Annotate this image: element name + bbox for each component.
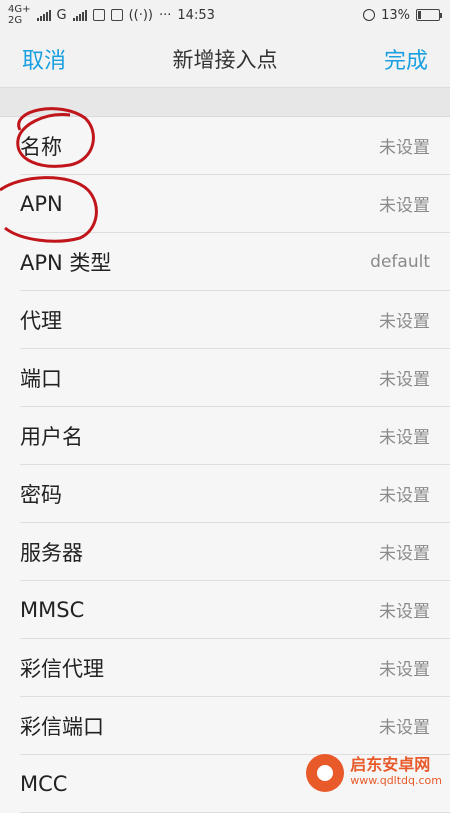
row-server[interactable]: 服务器 未设置 [20, 523, 450, 581]
row-value: 未设置 [379, 138, 430, 158]
row-value: 未设置 [379, 660, 430, 680]
shield-icon [92, 9, 105, 21]
row-value: 未设置 [379, 544, 430, 564]
battery-icon [416, 9, 442, 21]
row-apn[interactable]: APN 未设置 [20, 175, 450, 233]
watermark-title: 启东安卓网 [350, 755, 431, 774]
row-label: APN 类型 [20, 250, 112, 275]
row-value: 未设置 [379, 602, 430, 622]
row-mmsc[interactable]: MMSC 未设置 [20, 581, 450, 639]
row-value: 未设置 [379, 312, 430, 332]
row-label: 彩信端口 [20, 714, 104, 739]
watermark-url: www.qdltdq.com [350, 774, 442, 787]
section-spacer [0, 88, 450, 117]
signal-icon-2 [72, 9, 87, 21]
battery-percent: 13% [381, 7, 410, 23]
row-label: 彩信代理 [20, 656, 104, 681]
row-label: 代理 [20, 308, 62, 333]
row-password[interactable]: 密码 未设置 [20, 465, 450, 523]
nfc-icon [110, 9, 123, 21]
row-label: APN [20, 191, 63, 216]
watermark: 启东安卓网 www.qdltdq.com [306, 754, 442, 792]
signal-icon [36, 9, 51, 21]
row-username[interactable]: 用户名 未设置 [20, 407, 450, 465]
clock: 14:53 [177, 7, 215, 23]
page-title: 新增接入点 [172, 47, 278, 72]
status-bar: 4G+ 2G G ((·)) ··· 14:53 13% [0, 0, 450, 30]
row-value: default [370, 251, 430, 272]
carrier-g-label: G [56, 7, 67, 23]
row-value: 未设置 [379, 428, 430, 448]
network-2g-label: 2G [8, 15, 23, 26]
top-nav-bar: 取消 新增接入点 完成 [0, 30, 450, 88]
row-proxy[interactable]: 代理 未设置 [20, 291, 450, 349]
row-apn-type[interactable]: APN 类型 default [20, 233, 450, 291]
hotspot-icon: ((·)) [128, 7, 153, 23]
row-label: 服务器 [20, 540, 83, 565]
watermark-logo-icon [306, 754, 345, 792]
row-label: 端口 [20, 366, 62, 391]
apn-settings-list: 名称 未设置 APN 未设置 APN 类型 default 代理 未设置 端口 … [0, 117, 450, 813]
row-label: 用户名 [20, 424, 83, 449]
network-4g-label: 4G+ [8, 4, 31, 15]
row-value: 未设置 [379, 370, 430, 390]
row-value: 未设置 [379, 196, 430, 216]
more-icon: ··· [159, 7, 172, 23]
row-mms-port[interactable]: 彩信端口 未设置 [20, 697, 450, 755]
network-type: 4G+ 2G [8, 4, 31, 26]
row-label: 密码 [20, 482, 62, 507]
row-mms-proxy[interactable]: 彩信代理 未设置 [20, 639, 450, 697]
row-label: 名称 [20, 134, 62, 159]
row-label: MMSC [20, 597, 85, 622]
cancel-button[interactable]: 取消 [22, 43, 66, 75]
done-button[interactable]: 完成 [384, 43, 428, 75]
row-value: 未设置 [379, 486, 430, 506]
row-port[interactable]: 端口 未设置 [20, 349, 450, 407]
row-name[interactable]: 名称 未设置 [20, 117, 450, 175]
row-value: 未设置 [379, 718, 430, 738]
row-label: MCC [20, 771, 68, 796]
alarm-icon [363, 9, 376, 21]
